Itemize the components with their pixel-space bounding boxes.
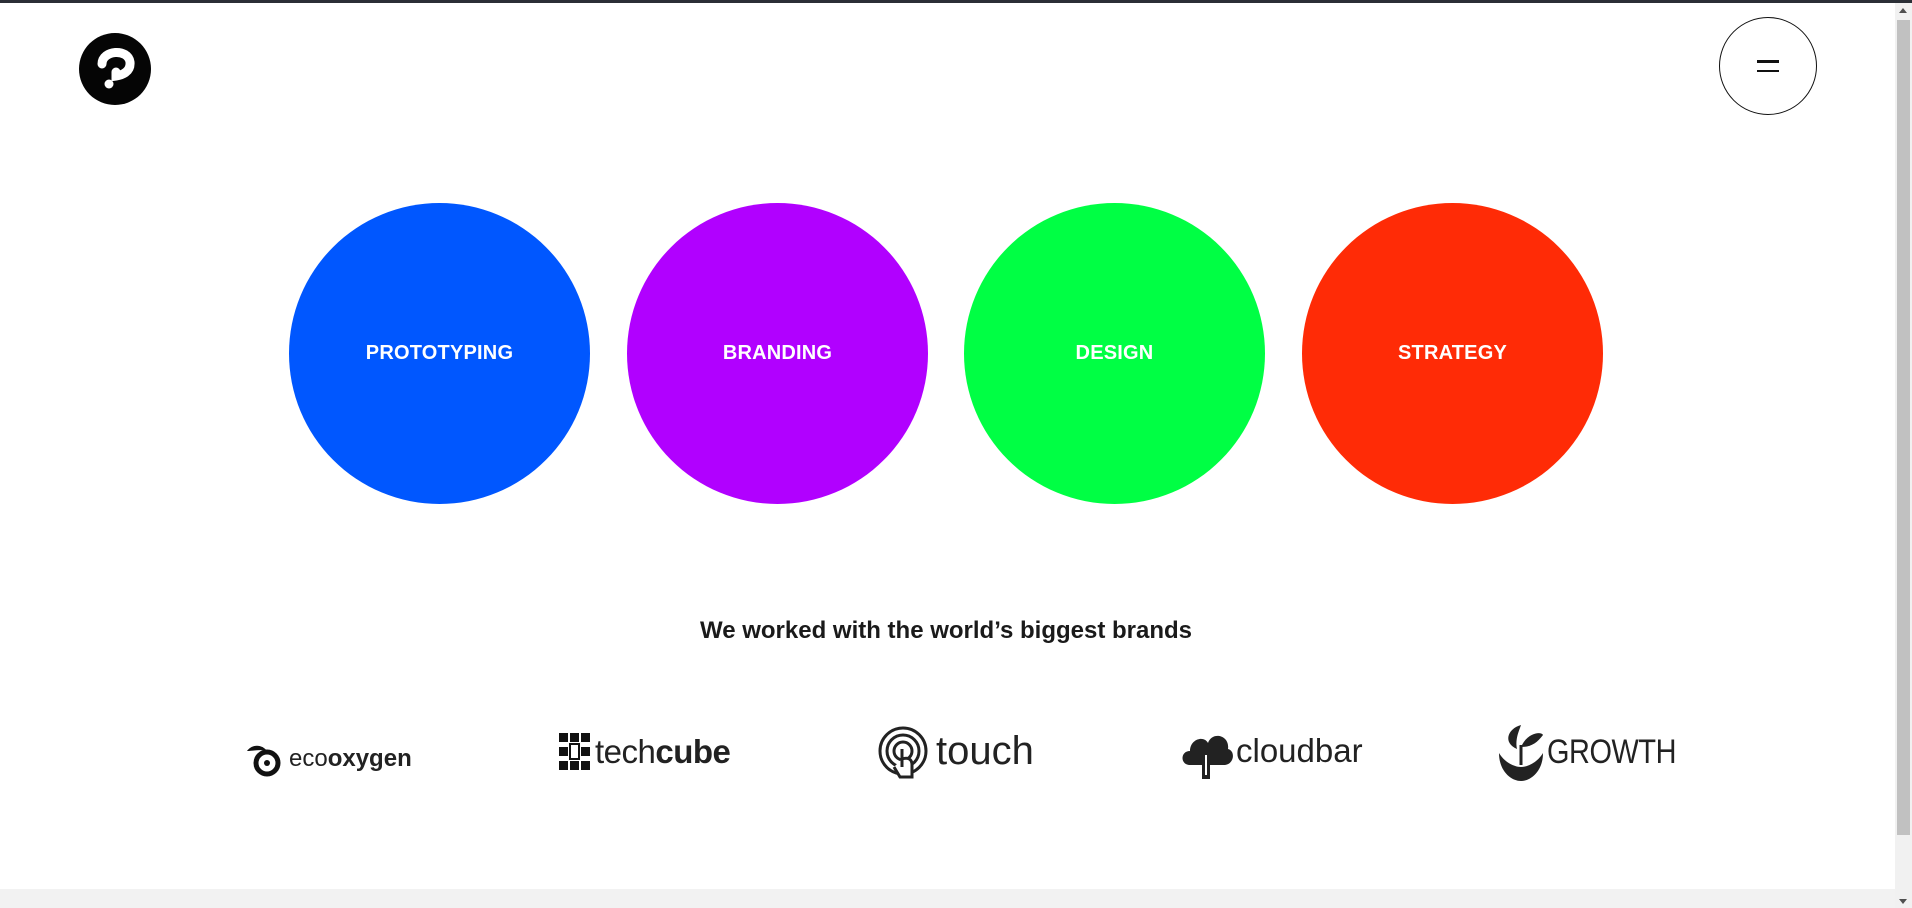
cloud-icon xyxy=(1180,721,1234,781)
service-prototyping[interactable]: PROTOTYPING xyxy=(289,203,590,504)
cube-grid-icon xyxy=(559,733,591,771)
page: PROTOTYPING BRANDING DESIGN STRATEGY We … xyxy=(0,3,1895,889)
brand-logo-growth: GROWTH xyxy=(1497,719,1699,785)
service-label: PROTOTYPING xyxy=(365,342,514,364)
brand-logo-cloudbar: cloudbar xyxy=(1180,721,1363,781)
footer-strip xyxy=(0,889,1895,908)
service-branding[interactable]: BRANDING xyxy=(627,203,928,504)
brands-heading: We worked with the world’s biggest brand… xyxy=(699,617,1193,644)
menu-icon xyxy=(1757,60,1779,72)
brand-name: cube xyxy=(655,733,731,770)
brand-prefix: tech xyxy=(595,733,656,770)
fingerprint-touch-icon xyxy=(878,721,932,781)
p-logo-icon[interactable] xyxy=(78,32,152,106)
brand-logo-ecooxygen: ecooxygen xyxy=(245,741,412,777)
scroll-up-arrow-icon[interactable] xyxy=(1899,8,1907,13)
service-strategy[interactable]: STRATEGY xyxy=(1302,203,1603,504)
brand-name: GROWTH xyxy=(1547,732,1677,771)
brand-name: oxygen xyxy=(327,745,412,772)
service-label: BRANDING xyxy=(722,342,833,364)
brand-logo-touch: touch xyxy=(878,721,1034,781)
service-label: DESIGN xyxy=(1075,342,1154,364)
brand-name: cloudbar xyxy=(1236,732,1363,769)
leaf-icon xyxy=(245,741,285,777)
brand-name: touch xyxy=(936,728,1034,773)
brand-prefix: eco xyxy=(289,745,328,772)
scrollbar-thumb[interactable] xyxy=(1897,20,1910,835)
scroll-down-arrow-icon[interactable] xyxy=(1899,899,1907,904)
service-design[interactable]: DESIGN xyxy=(964,203,1265,504)
sprout-icon xyxy=(1497,719,1545,785)
menu-button[interactable] xyxy=(1719,17,1817,115)
service-label: STRATEGY xyxy=(1397,342,1507,364)
brand-logo-techcube: techcube xyxy=(559,733,731,771)
vertical-scrollbar[interactable] xyxy=(1895,3,1912,908)
